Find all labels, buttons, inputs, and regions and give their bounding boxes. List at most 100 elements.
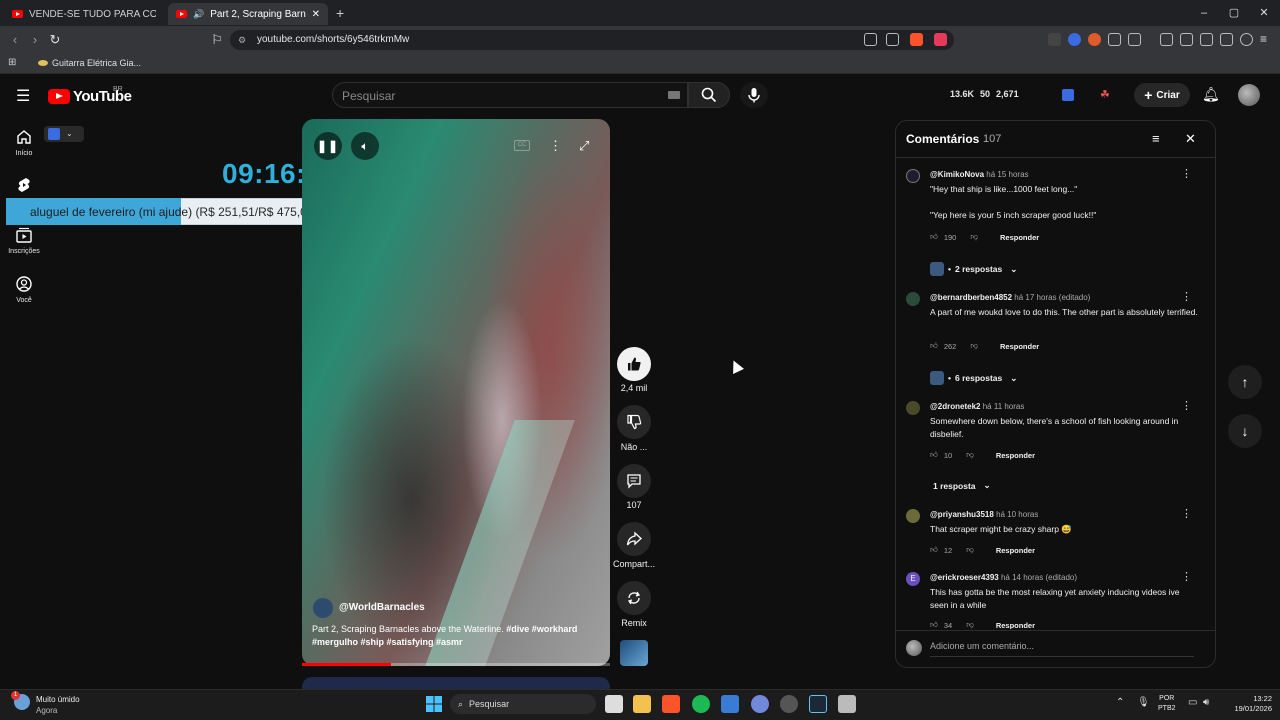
commenter-avatar[interactable]: E [906, 572, 920, 586]
comment-author[interactable]: @2dronetek2 há 11 horas [930, 402, 1024, 411]
voice-search-button[interactable] [740, 82, 768, 108]
thumbs-down-icon[interactable]: 👎︎ [966, 545, 974, 555]
task-view-icon[interactable] [605, 695, 623, 713]
comments-button[interactable] [617, 464, 651, 498]
new-tab-button[interactable]: + [336, 5, 344, 21]
brave-shield-icon[interactable] [910, 33, 923, 46]
view-replies-button[interactable]: • 2 respostas ⌄ [930, 262, 1017, 276]
pause-button[interactable]: ❚❚ [314, 132, 342, 160]
close-window-button[interactable]: ✕ [1250, 4, 1278, 22]
reply-button[interactable]: Responder [996, 451, 1035, 460]
sidebar-item-shorts[interactable] [6, 176, 42, 198]
forward-icon[interactable]: › [26, 31, 44, 49]
reply-button[interactable]: Responder [1000, 342, 1039, 351]
input-language[interactable]: POR PTB2 [1158, 694, 1176, 714]
calculator-icon[interactable] [838, 695, 856, 713]
thumbs-down-icon[interactable]: 👎︎ [966, 621, 974, 629]
comment-menu-icon[interactable]: ⋮ [1181, 167, 1192, 180]
search-button[interactable] [688, 82, 730, 108]
app-icon[interactable] [780, 695, 798, 713]
minimize-button[interactable]: – [1190, 4, 1218, 22]
extension-icon[interactable] [1088, 33, 1101, 46]
media-icon[interactable] [1160, 33, 1173, 46]
reload-icon[interactable]: ↻ [46, 31, 64, 49]
windows-start-icon[interactable] [425, 695, 443, 713]
apps-grid-icon[interactable]: ⊞ [8, 57, 16, 68]
comment-menu-icon[interactable]: ⋮ [1181, 290, 1192, 303]
comment-author[interactable]: @KimikoNova há 15 horas [930, 170, 1029, 179]
dislike-button[interactable] [617, 405, 651, 439]
thumbs-up-icon[interactable]: 👍︎ [930, 232, 938, 242]
comment-menu-icon[interactable]: ⋮ [1181, 507, 1192, 520]
share-page-icon[interactable] [886, 33, 899, 46]
extension-icon[interactable] [1068, 33, 1081, 46]
channel-avatar[interactable] [313, 598, 333, 618]
comment-menu-icon[interactable]: ⋮ [1181, 399, 1192, 412]
sort-icon[interactable]: ≡ [1152, 131, 1160, 146]
commenter-avatar[interactable] [906, 292, 920, 306]
bookmark-icon[interactable]: ⚐ [208, 31, 226, 49]
channel-name[interactable]: @WorldBarnacles [339, 602, 425, 613]
commenter-avatar[interactable] [906, 509, 920, 523]
thumbs-down-icon[interactable]: 👎︎ [966, 450, 974, 460]
more-options-icon[interactable]: ⋮ [549, 138, 562, 154]
weather-widget[interactable]: 1 Muito úmido Agora [11, 691, 80, 716]
thumbs-up-icon[interactable]: 👍︎ [930, 621, 938, 629]
thumbs-up-icon[interactable]: 👍︎ [930, 545, 938, 555]
brave-rewards-icon[interactable] [934, 33, 947, 46]
url-text[interactable]: youtube.com/shorts/6y546trkmMw [257, 34, 409, 45]
comment-menu-icon[interactable]: ⋮ [1181, 570, 1192, 583]
bookmark-item[interactable]: Guitarra Elétrica Gia... [38, 58, 141, 68]
maximize-button[interactable]: ▢ [1220, 4, 1248, 22]
share-button[interactable] [617, 522, 651, 556]
hamburger-menu-icon[interactable]: ☰ [16, 86, 30, 106]
remix-button[interactable] [617, 581, 651, 615]
close-tab-icon[interactable]: ✕ [312, 9, 320, 20]
extension-icon[interactable] [1048, 33, 1061, 46]
captions-icon[interactable]: CC [514, 140, 530, 151]
comment-author[interactable]: @erickroeser4393 há 14 horas (editado) [930, 573, 1077, 582]
sound-thumbnail[interactable] [620, 640, 648, 666]
add-comment-input[interactable]: Adicione um comentário... [930, 641, 1034, 651]
thumbs-down-icon[interactable]: 👎︎ [970, 341, 978, 351]
next-short-button[interactable]: ↓ [1228, 414, 1262, 448]
extension-icon[interactable]: ☘ [1100, 88, 1110, 101]
system-clock[interactable]: 13:22 19/01/2026 [1222, 694, 1272, 714]
network-icon[interactable]: ▭ [1188, 697, 1197, 708]
create-button[interactable]: + Criar [1134, 83, 1190, 107]
discord-icon[interactable] [751, 695, 769, 713]
hashtags[interactable]: #dive #workhard [506, 624, 577, 634]
sidebar-item-home[interactable]: Início [6, 128, 42, 157]
reply-button[interactable]: Responder [996, 621, 1035, 629]
back-icon[interactable]: ‹ [6, 31, 24, 49]
previous-short-button[interactable]: ↑ [1228, 365, 1262, 399]
puzzle-icon[interactable] [1108, 33, 1121, 46]
sidebar-icon[interactable] [1180, 33, 1193, 46]
like-button[interactable] [617, 347, 651, 381]
site-info-icon[interactable]: ⚙ [238, 35, 246, 46]
leo-icon[interactable] [1220, 33, 1233, 46]
file-explorer-icon[interactable] [633, 695, 651, 713]
wallet-icon[interactable] [1200, 33, 1213, 46]
commenter-avatar[interactable] [906, 401, 920, 415]
notepad-icon[interactable] [721, 695, 739, 713]
steam-icon[interactable] [809, 695, 827, 713]
thumbs-down-icon[interactable]: 👎︎ [970, 232, 978, 242]
view-replies-button[interactable]: • 6 respostas ⌄ [930, 371, 1017, 385]
thumbs-up-icon[interactable]: 👍︎ [930, 341, 938, 351]
browser-tab[interactable]: VENDE-SE TUDO PARA COMPRAR PE [4, 3, 164, 25]
fullscreen-icon[interactable]: ⤢ [579, 138, 589, 154]
menu-icon[interactable]: ≡ [1260, 32, 1267, 46]
sidebar-item-you[interactable]: Você [6, 275, 42, 304]
thumbs-up-icon[interactable]: 👍︎ [930, 450, 938, 460]
close-icon[interactable]: ✕ [1185, 131, 1196, 147]
brave-browser-icon[interactable] [662, 695, 680, 713]
commenter-avatar[interactable] [906, 169, 920, 183]
chevron-up-icon[interactable]: ⌃ [1116, 697, 1124, 708]
keyboard-icon[interactable] [668, 91, 680, 99]
extension-icon[interactable] [1128, 33, 1141, 46]
spotify-icon[interactable] [692, 695, 710, 713]
taskbar-search[interactable]: ⌕ Pesquisar [450, 694, 596, 714]
view-replies-button[interactable]: 1 resposta ⌄ [933, 480, 991, 491]
reply-button[interactable]: Responder [996, 546, 1035, 555]
